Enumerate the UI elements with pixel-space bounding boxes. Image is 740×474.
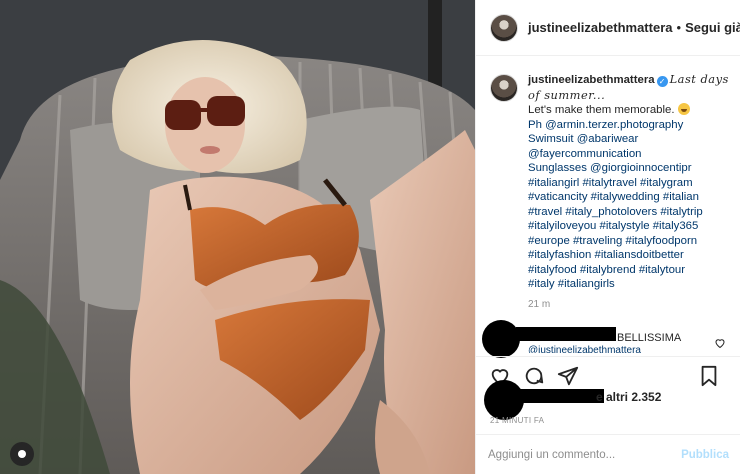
verified-icon: ✓	[656, 76, 668, 87]
avatar[interactable]	[490, 13, 518, 42]
hashtag-line[interactable]: #vaticancity #italywedding #italian	[528, 190, 735, 205]
post-header: justineelizabethmattera • Segui già	[476, 0, 740, 56]
redacted-username	[516, 327, 616, 341]
publish-button[interactable]: Pubblica	[681, 449, 729, 461]
caption-line[interactable]: Sunglasses @giorgioinnocentipr	[528, 161, 735, 176]
hashtag-line[interactable]: #travel #italy_photolovers #italytrip	[528, 205, 735, 220]
caption-body: justineelizabethmattera ✓ Last days of sum…	[528, 72, 735, 312]
caption-line: Let's make them memorable.	[528, 104, 675, 116]
post-photo[interactable]	[0, 0, 475, 474]
hashtag-line[interactable]: #italyfashion #italiansdoitbetter	[528, 248, 735, 263]
add-comment-bar: Aggiungi un commento... Pubblica	[476, 434, 740, 474]
caption-line[interactable]: Swimsuit @abariwear	[528, 132, 735, 147]
header-username[interactable]: justineelizabethmattera	[528, 20, 673, 35]
hashtag-line[interactable]: #italy #italiangirls	[528, 277, 735, 292]
caption: justineelizabethmattera ✓ Last days of sum…	[490, 72, 735, 312]
hashtag-line[interactable]: #italiangirl #italytravel #italygram	[528, 176, 735, 191]
comment-like-icon[interactable]	[714, 337, 726, 349]
comment-mention[interactable]: @justineelizabethmattera	[528, 345, 641, 353]
likes-count[interactable]: e altri 2.352	[596, 390, 661, 404]
comment-text: BELLISSIMA	[617, 332, 682, 344]
hashtag-line[interactable]: #italyiloveyou #italystyle #italy365	[528, 219, 735, 234]
comment-input[interactable]: Aggiungi un commento...	[488, 449, 681, 461]
post-timestamp: 21 MINUTI FA	[490, 416, 545, 425]
likes-row: e altri 2.352	[484, 380, 734, 420]
hashtag-line[interactable]: #italyfood #italybrend #italytour	[528, 263, 735, 278]
post-side-panel: justineelizabethmattera • Segui già just…	[475, 0, 740, 474]
caption-avatar[interactable]	[490, 74, 518, 102]
photo-illustration	[0, 0, 475, 474]
user-icon[interactable]	[10, 442, 34, 466]
caption-username[interactable]: justineelizabethmattera	[528, 74, 655, 86]
header-separator: •	[676, 20, 682, 35]
comment-avatar-redacted[interactable]	[482, 320, 520, 358]
caption-line[interactable]: Ph @armin.terzer.photography	[528, 118, 735, 133]
caption-line[interactable]: @fayercommunication	[528, 147, 735, 162]
redacted-liker	[504, 389, 604, 403]
follow-button[interactable]: Segui già	[685, 20, 740, 35]
hashtag-line[interactable]: #europe #traveling #italyfoodporn	[528, 234, 735, 249]
smile-emoji-icon	[677, 103, 690, 115]
caption-time: 21 m	[528, 298, 551, 310]
